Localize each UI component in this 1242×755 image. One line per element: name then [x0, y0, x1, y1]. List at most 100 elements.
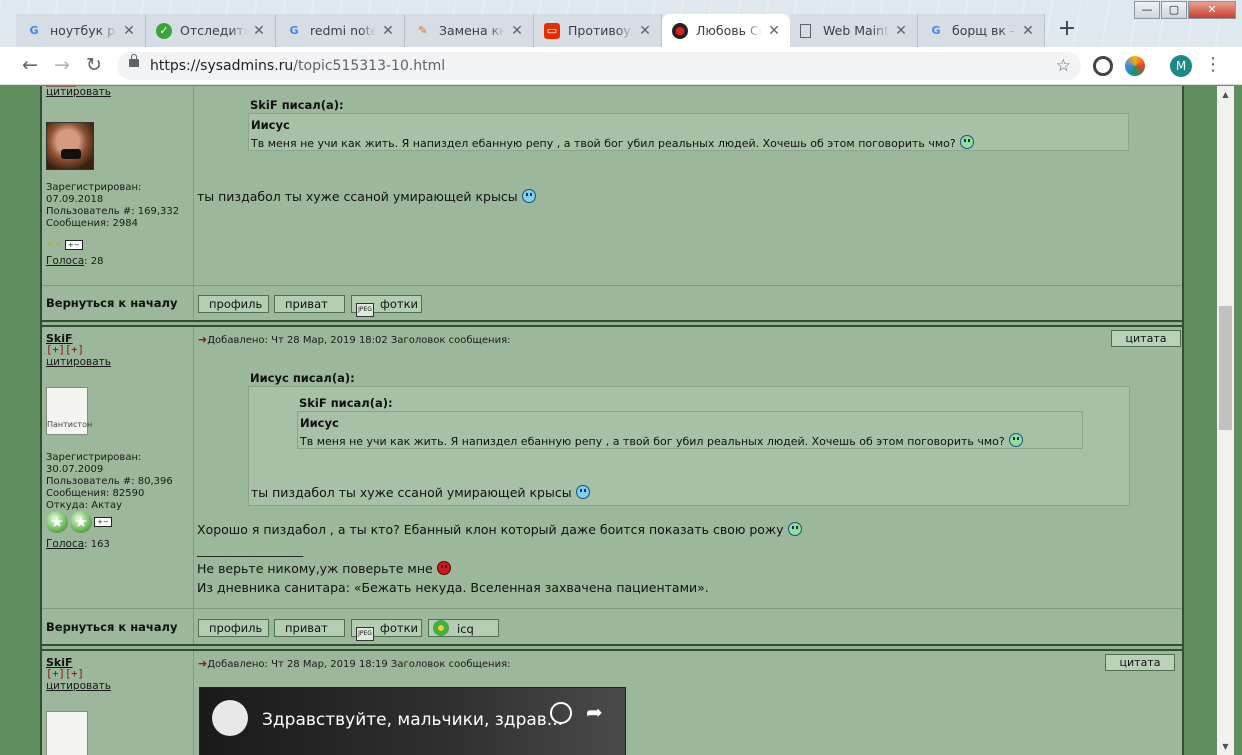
photo-icon: JPEG: [356, 303, 374, 317]
forum-thread: цитировать Зарегистрирован: 07.09.2018 П…: [40, 86, 1184, 755]
reload-icon[interactable]: ↻: [82, 54, 106, 78]
menu-dots-icon[interactable]: ⋮: [1204, 53, 1222, 77]
tab-6-active[interactable]: ● Любовь Со ✕: [662, 14, 790, 47]
tab-2[interactable]: ✓ Отследить з ✕: [146, 14, 276, 47]
votes-link[interactable]: Голоса: [46, 255, 84, 267]
google-icon: G: [289, 24, 299, 37]
post2-plus-links[interactable]: [+][+]: [46, 344, 84, 356]
close-icon[interactable]: ✕: [251, 23, 267, 39]
profile-button[interactable]: профиль: [198, 295, 269, 313]
user-number: Пользователь #: 80,396: [46, 476, 173, 487]
back-to-top-link[interactable]: Вернуться к началу: [46, 296, 177, 310]
post2-nested-author: SkiF писал(а):: [299, 396, 393, 410]
back-to-top-link[interactable]: Вернуться к началу: [46, 620, 177, 634]
tab-7[interactable]: Web Mainte ✕: [790, 14, 918, 47]
post2-inner-quote: Иисус Тв меня не учи как жить. Я напизде…: [297, 411, 1083, 449]
reg-date: 30.07.2009: [46, 464, 104, 475]
post2-user-info: Зарегистрирован: 30.07.2009 Пользователь…: [46, 452, 173, 512]
tab-5[interactable]: ▭ Противоуда ✕: [534, 14, 662, 47]
photos-label: фотки: [380, 621, 418, 635]
share-icon[interactable]: ➦: [586, 700, 603, 724]
scroll-up-arrow-icon[interactable]: ▲: [1217, 86, 1234, 103]
page-viewport: цитировать Зарегистрирован: 07.09.2018 П…: [0, 86, 1242, 755]
minimize-button[interactable]: —: [1134, 1, 1160, 19]
quote-button[interactable]: цитата: [1111, 330, 1181, 347]
watch-later-icon[interactable]: [550, 702, 572, 724]
post2-outer-quote: SkiF писал(а): Иисус Тв меня не учи как …: [248, 386, 1130, 506]
private-button[interactable]: приват: [274, 295, 345, 313]
quoted-message: ты пиздабол ты хуже ссаной умирающей кры…: [251, 485, 590, 500]
private-button[interactable]: приват: [274, 619, 345, 637]
extension-color-icon[interactable]: [1125, 56, 1145, 76]
tab-label: redmi note 7: [310, 23, 376, 38]
post1-footer-left: Вернуться к началу: [42, 286, 194, 320]
post-divider: [42, 644, 1182, 651]
photos-button[interactable]: JPEG фотки: [351, 619, 422, 641]
channel-avatar[interactable]: [212, 700, 248, 736]
tab-label: борщ вк - Г: [952, 23, 1016, 38]
separator: [42, 608, 1182, 609]
votes-count: : 28: [84, 256, 104, 267]
photos-button[interactable]: JPEG фотки: [351, 295, 422, 317]
tab-8[interactable]: G борщ вк - Г ✕: [918, 14, 1045, 47]
new-tab-button[interactable]: +: [1054, 17, 1080, 43]
angry-smile-icon: [436, 561, 451, 575]
close-icon[interactable]: ✕: [121, 23, 137, 39]
post3-plus-links[interactable]: [+][+]: [46, 668, 84, 680]
close-window-button[interactable]: ✕: [1188, 1, 1236, 19]
photo-icon: JPEG: [356, 627, 374, 641]
post2-author-panel: SkiF [+][+] цитировать Пантистон Зарегис…: [42, 327, 194, 608]
forward-arrow-icon[interactable]: →: [50, 54, 74, 78]
extension-icon[interactable]: [1093, 56, 1113, 76]
aliexpress-icon: ▭: [544, 22, 560, 39]
inner-quote-text: Тв меня не учи как жить. Я напиздел ебан…: [251, 135, 974, 150]
smile-icon: [575, 485, 590, 499]
post2-cite-link[interactable]: цитировать: [46, 356, 111, 368]
close-icon[interactable]: ✕: [509, 23, 525, 39]
maximize-button[interactable]: ▢: [1161, 1, 1187, 19]
reg-date: 07.09.2018: [46, 194, 104, 205]
profile-button[interactable]: профиль: [198, 619, 269, 637]
browser-toolbar: ← → ↻ https://sysadmins.ru/topic515313-1…: [0, 47, 1242, 85]
page-scrollbar[interactable]: ▲ ▼: [1217, 86, 1234, 755]
votes-count: : 163: [84, 539, 110, 550]
bookmark-star-icon[interactable]: ☆: [1056, 52, 1071, 80]
post1-avatar: [46, 122, 94, 170]
url-text[interactable]: https://sysadmins.ru/topic515313-10.html: [150, 52, 445, 80]
embedded-video[interactable]: Здравствуйте, мальчики, здрав... ➦: [199, 687, 626, 755]
close-icon[interactable]: ✕: [637, 23, 653, 39]
site-icon: ●: [672, 22, 688, 39]
close-icon[interactable]: ✕: [380, 23, 396, 39]
profile-avatar[interactable]: M: [1170, 55, 1192, 77]
back-arrow-icon[interactable]: ←: [18, 54, 42, 78]
scroll-down-arrow-icon[interactable]: ▼: [1217, 738, 1234, 755]
quote-button[interactable]: цитата: [1105, 654, 1175, 671]
expand-icon[interactable]: +−: [64, 240, 83, 250]
close-icon[interactable]: ✕: [1020, 23, 1036, 39]
tab-3[interactable]: G redmi note 7 ✕: [276, 14, 405, 47]
inner-quote-text: Тв меня не учи как жить. Я напиздел ебан…: [300, 433, 1023, 448]
post1-body: SkiF писал(а): Иисус Тв меня не учи как …: [195, 86, 1184, 285]
video-title[interactable]: Здравствуйте, мальчики, здрав...: [262, 710, 563, 730]
browser-window: G ноутбук рас ✕ ✓ Отследить з ✕ G redmi …: [0, 0, 1242, 755]
post-divider: [42, 320, 1182, 327]
tab-4[interactable]: ✎ Замена кно ✕: [405, 14, 534, 47]
post3-cite-link[interactable]: цитировать: [46, 680, 111, 692]
address-bar[interactable]: https://sysadmins.ru/topic515313-10.html…: [117, 52, 1081, 80]
icq-label: icq: [457, 622, 474, 636]
smile-icon: [959, 135, 974, 149]
post1-inner-quote: Иисус Тв меня не учи как жить. Я напизде…: [248, 113, 1129, 151]
post1-quote-author: SkiF писал(а):: [250, 98, 344, 112]
votes-link[interactable]: Голоса: [46, 538, 84, 550]
tab-label: Отследить з: [180, 23, 247, 38]
tab-1[interactable]: G ноутбук рас ✕: [16, 14, 146, 47]
close-icon[interactable]: ✕: [766, 23, 782, 39]
signature-text-2: Из дневника санитара: «Бежать некуда. Вс…: [197, 580, 709, 595]
close-icon[interactable]: ✕: [893, 23, 909, 39]
icq-button[interactable]: icq: [428, 619, 499, 637]
scroll-thumb[interactable]: [1219, 306, 1232, 430]
expand-icon[interactable]: +−: [94, 517, 112, 527]
signature-line: _________________: [197, 542, 304, 557]
post1-message: ты пиздабол ты хуже ссаной умирающей кры…: [197, 189, 536, 204]
post1-cite-link[interactable]: цитировать: [46, 86, 111, 98]
